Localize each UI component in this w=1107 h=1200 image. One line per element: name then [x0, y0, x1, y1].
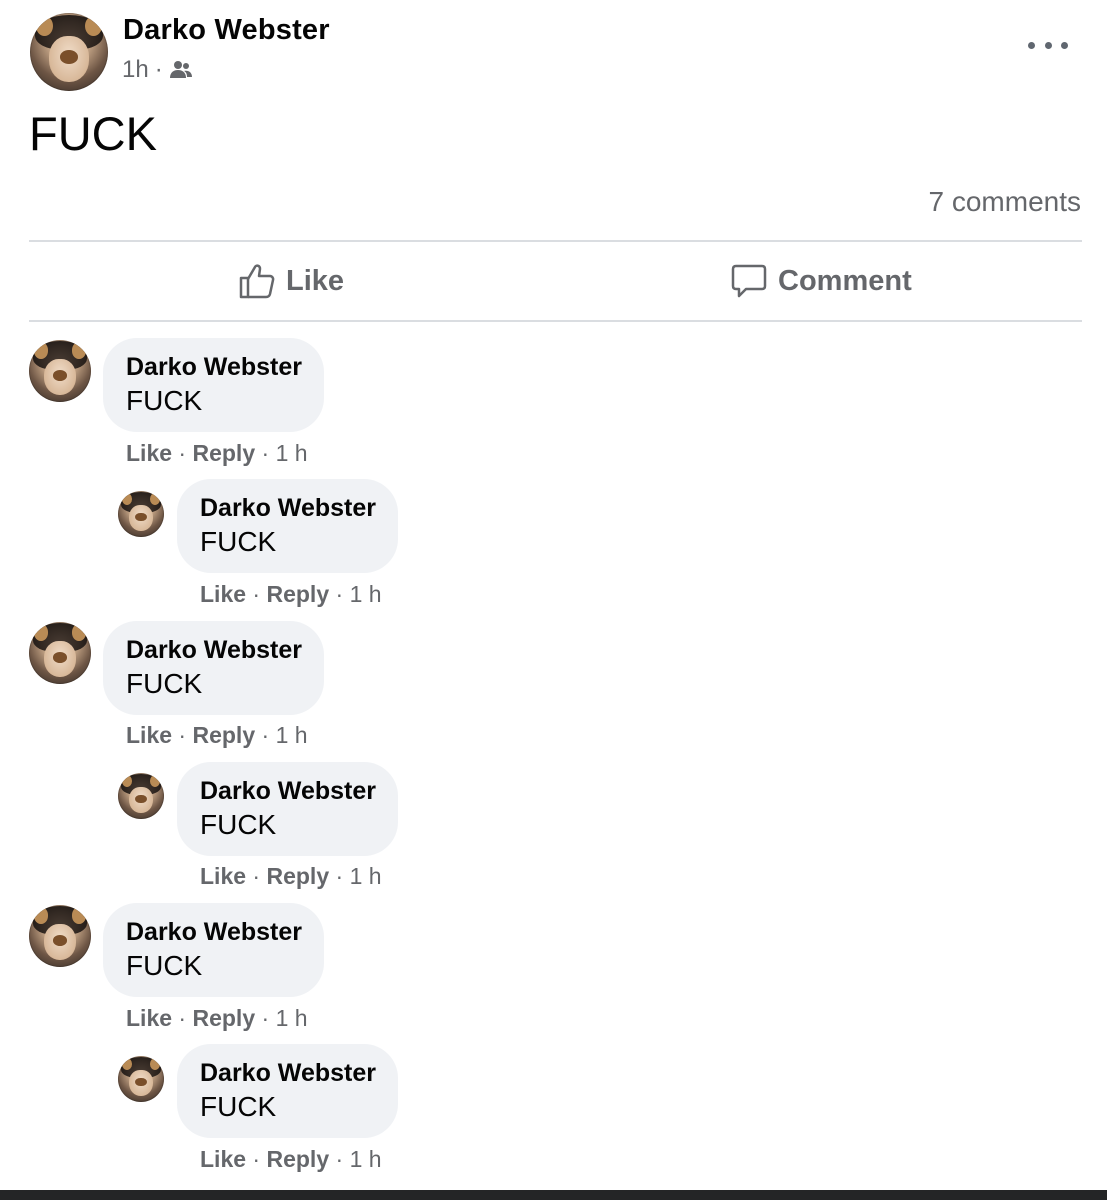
reply-avatar[interactable]	[118, 1056, 164, 1102]
reply-text: FUCK	[200, 809, 277, 840]
comment-author[interactable]: Darko Webster	[126, 917, 302, 948]
reply-time[interactable]: 1 h	[350, 581, 382, 607]
thumbs-up-icon	[239, 264, 275, 299]
comment-text: FUCK	[126, 950, 203, 981]
friends-icon	[169, 61, 192, 78]
comment-author[interactable]: Darko Webster	[126, 635, 302, 666]
meta-separator: ·	[154, 56, 163, 83]
comment-text: FUCK	[126, 668, 203, 699]
reply-author[interactable]: Darko Webster	[200, 493, 376, 524]
comment-like-link[interactable]: Like	[126, 1005, 172, 1031]
more-options-icon[interactable]	[1028, 30, 1068, 60]
reply-actions: Like · Reply · 1 h	[200, 863, 382, 889]
comment-avatar[interactable]	[29, 622, 91, 684]
comment-label: Comment	[778, 264, 912, 297]
reply-avatar[interactable]	[118, 773, 164, 819]
reply-actions: Like · Reply · 1 h	[200, 1146, 382, 1172]
post-time[interactable]: 1h	[122, 56, 149, 84]
reply-text: FUCK	[200, 1091, 277, 1122]
comment-avatar[interactable]	[29, 340, 91, 402]
reply-time[interactable]: 1 h	[350, 1146, 382, 1172]
comment-bubble: Darko Webster FUCK	[103, 338, 324, 432]
comment-like-link[interactable]: Like	[126, 440, 172, 466]
comment-time[interactable]: 1 h	[276, 722, 308, 748]
comment-count[interactable]: 7 comments	[929, 186, 1082, 218]
post-author-avatar[interactable]	[30, 13, 108, 91]
reply-reply-link[interactable]: Reply	[266, 863, 329, 889]
like-button[interactable]: Like	[238, 262, 344, 300]
post-meta: 1h ·	[122, 56, 193, 84]
reply-reply-link[interactable]: Reply	[266, 1146, 329, 1172]
bottom-bar	[0, 1190, 1107, 1200]
comment-reply-link[interactable]: Reply	[192, 1005, 255, 1031]
comment-bubble: Darko Webster FUCK	[103, 903, 324, 997]
comment-actions: Like · Reply · 1 h	[126, 440, 308, 466]
reply-bubble: Darko Webster FUCK	[177, 479, 398, 573]
reply-like-link[interactable]: Like	[200, 1146, 246, 1172]
reply-bubble: Darko Webster FUCK	[177, 762, 398, 856]
reply-avatar[interactable]	[118, 491, 164, 537]
comment-time[interactable]: 1 h	[276, 1005, 308, 1031]
reply-text: FUCK	[200, 526, 277, 557]
reply-reply-link[interactable]: Reply	[266, 581, 329, 607]
divider-top	[29, 240, 1082, 242]
reply-author[interactable]: Darko Webster	[200, 1058, 376, 1089]
speech-bubble-icon	[731, 264, 767, 298]
reply-like-link[interactable]: Like	[200, 581, 246, 607]
comment-avatar[interactable]	[29, 905, 91, 967]
comment-reply-link[interactable]: Reply	[192, 722, 255, 748]
comment-bubble: Darko Webster FUCK	[103, 621, 324, 715]
comment-author[interactable]: Darko Webster	[126, 352, 302, 383]
reply-author[interactable]: Darko Webster	[200, 776, 376, 807]
comment-actions: Like · Reply · 1 h	[126, 722, 308, 748]
comment-actions: Like · Reply · 1 h	[126, 1005, 308, 1031]
post-text: FUCK	[29, 107, 157, 160]
reply-bubble: Darko Webster FUCK	[177, 1044, 398, 1138]
comment-reply-link[interactable]: Reply	[192, 440, 255, 466]
divider-bottom	[29, 320, 1082, 322]
like-label: Like	[286, 264, 345, 297]
reply-actions: Like · Reply · 1 h	[200, 581, 382, 607]
comment-time[interactable]: 1 h	[276, 440, 308, 466]
reply-like-link[interactable]: Like	[200, 863, 246, 889]
reply-time[interactable]: 1 h	[350, 863, 382, 889]
post-author-name[interactable]: Darko Webster	[123, 14, 330, 47]
comment-like-link[interactable]: Like	[126, 722, 172, 748]
comment-button[interactable]: Comment	[730, 262, 912, 300]
comment-text: FUCK	[126, 385, 203, 416]
